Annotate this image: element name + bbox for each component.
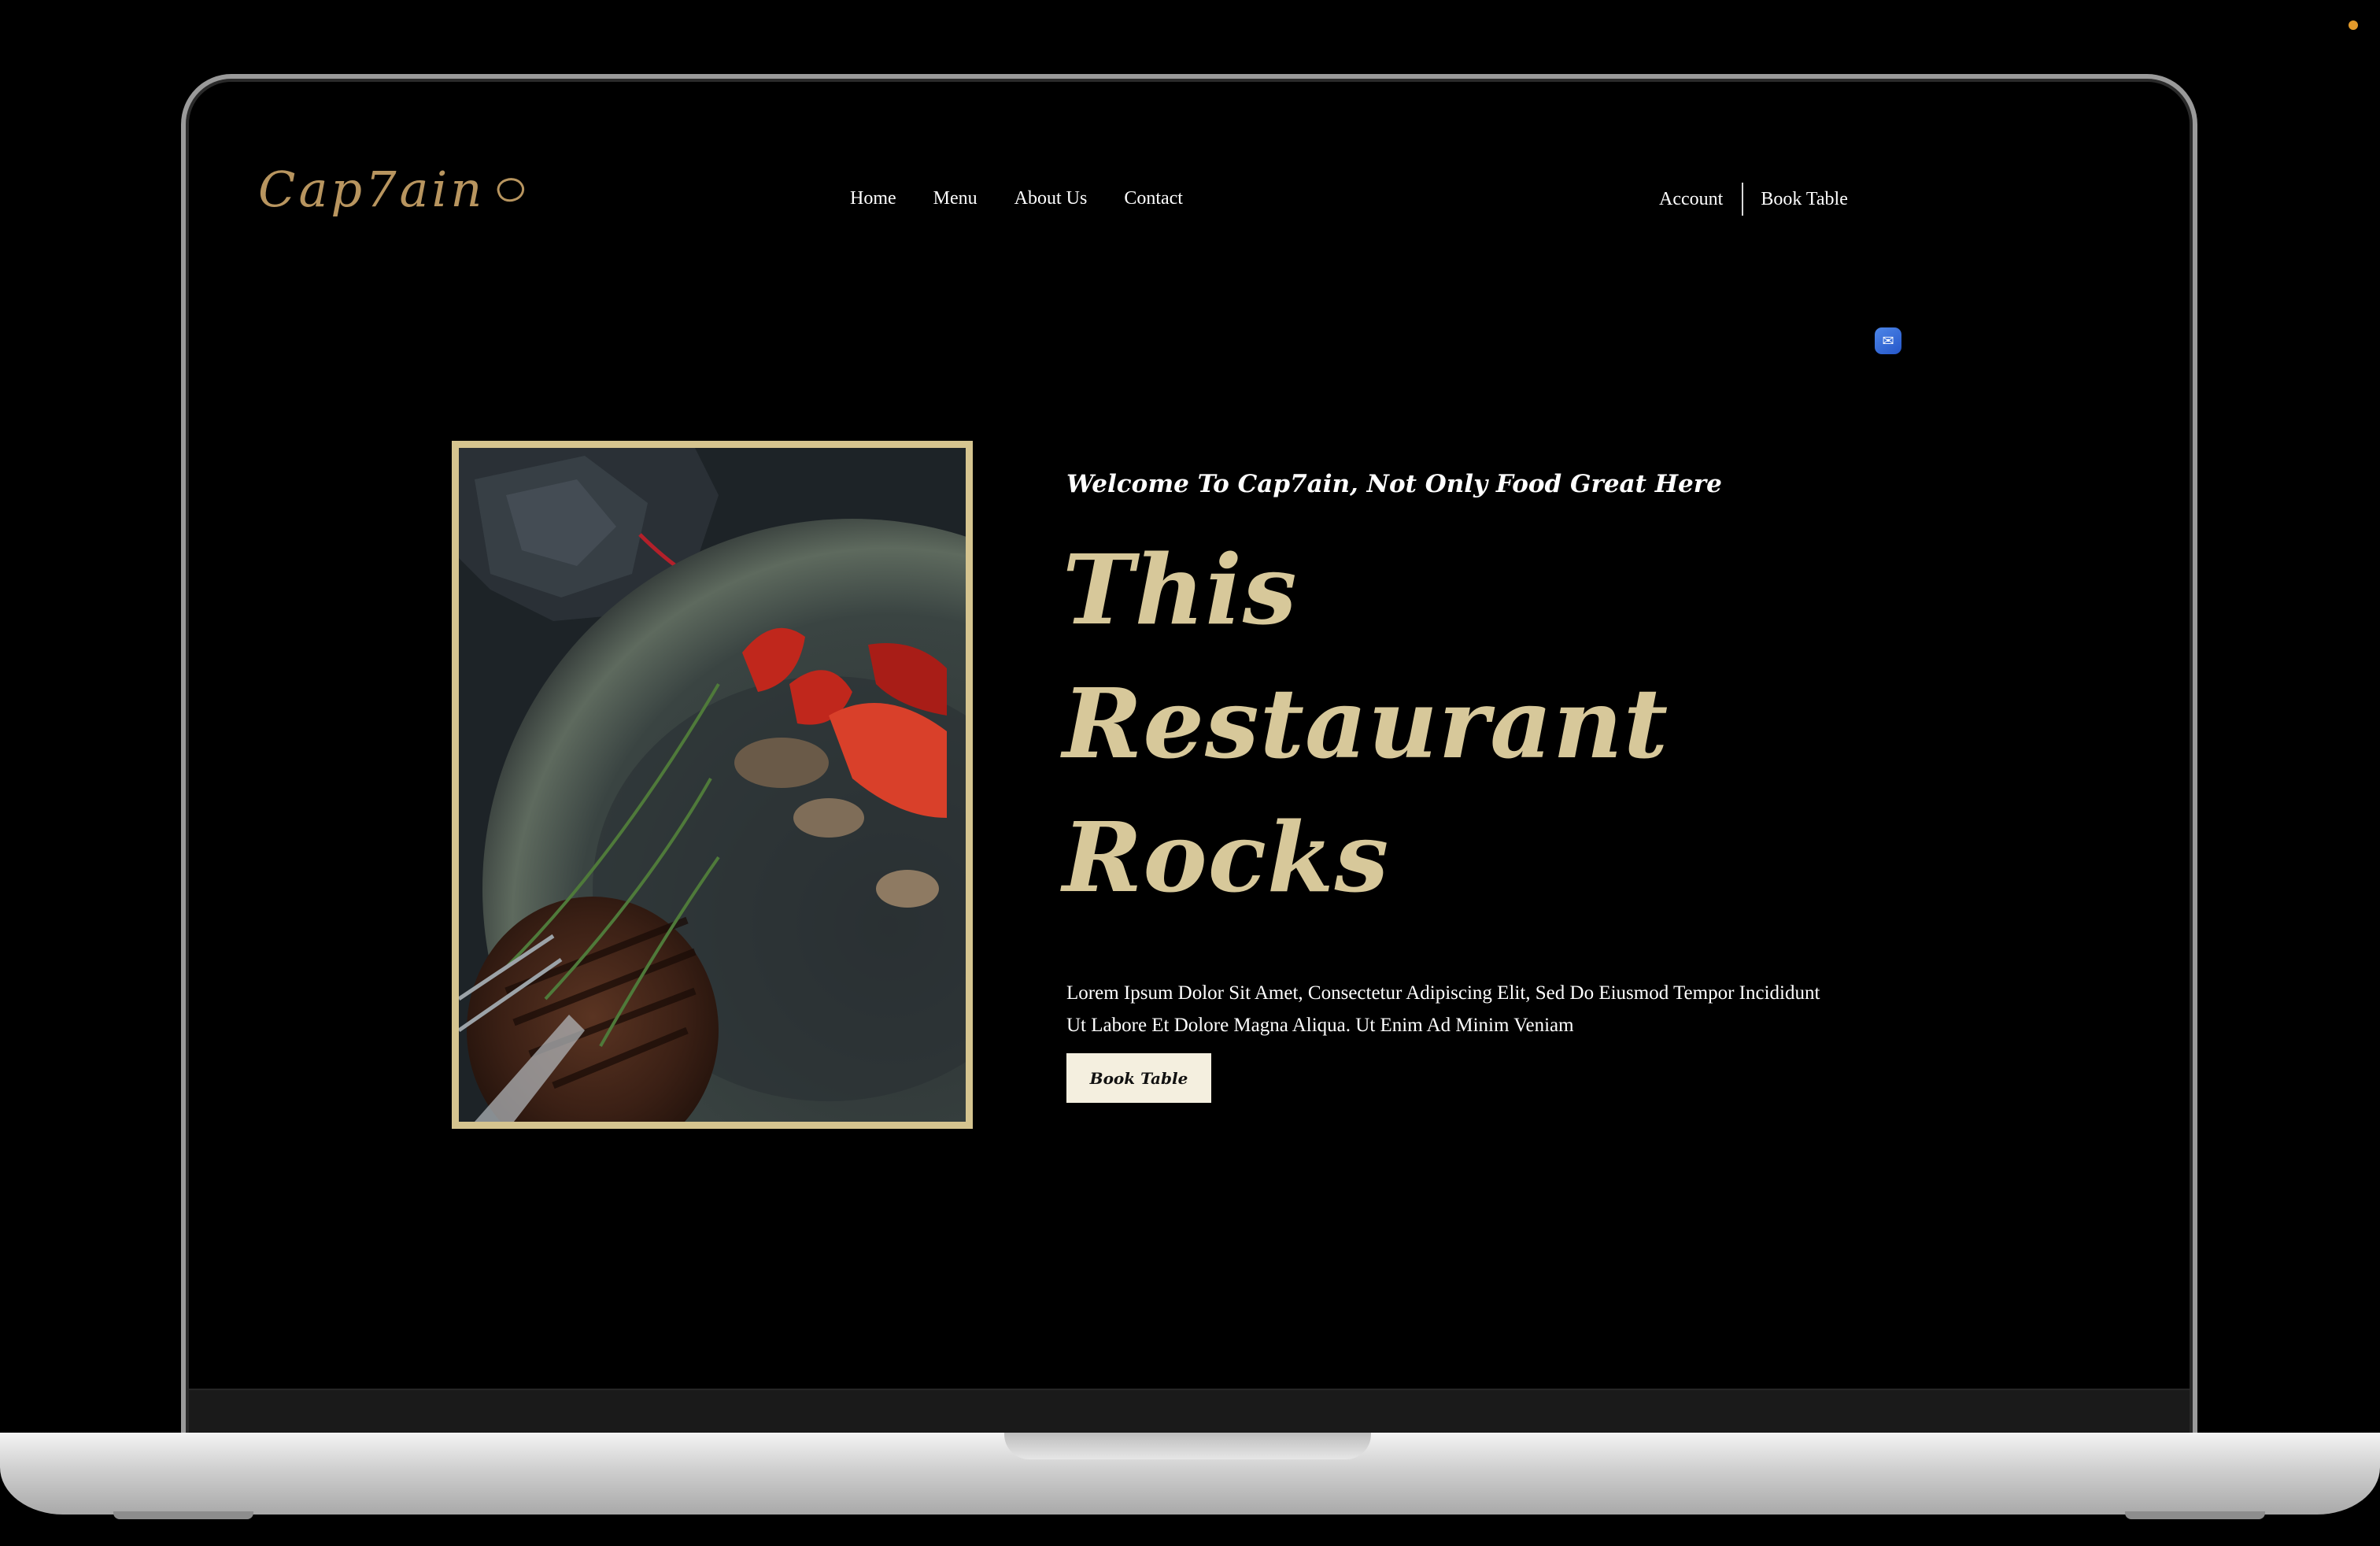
headline-line-3: Rocks <box>1062 801 1390 914</box>
screen-bottom-bar <box>189 1389 2190 1434</box>
hero-image <box>452 441 973 1129</box>
account-link[interactable]: Account <box>1659 189 1723 210</box>
main-nav: Home Menu About Us Contact <box>850 188 1183 209</box>
book-table-button[interactable]: Book Table <box>1066 1053 1211 1103</box>
status-dot <box>2349 20 2358 30</box>
website-screen: Cap7ain Home Menu About Us Contact Accou… <box>189 82 2190 1389</box>
headline-line-1: This <box>1062 533 1298 646</box>
welcome-tagline: Welcome To Cap7ain, Not Only Food Great … <box>1066 470 1722 498</box>
laptop-foot-right <box>2125 1511 2265 1519</box>
logo-mark-icon <box>494 173 528 205</box>
steak-plate-photo <box>459 448 966 1122</box>
nav-item-menu[interactable]: Menu <box>933 188 978 209</box>
header-divider <box>1742 183 1744 216</box>
nav-item-home[interactable]: Home <box>850 188 896 209</box>
hero-description: Lorem Ipsum Dolor Sit Amet, Consectetur … <box>1066 982 1820 1036</box>
laptop-foot-left <box>113 1511 253 1519</box>
device-mockup: Cap7ain Home Menu About Us Contact Accou… <box>0 0 2380 1546</box>
brand-logo[interactable]: Cap7ain <box>258 161 528 218</box>
logo-text: Cap7ain <box>258 161 486 218</box>
nav-item-contact[interactable]: Contact <box>1124 188 1183 209</box>
laptop-notch <box>1004 1433 1371 1459</box>
header-actions: Account Book Table <box>1659 183 1848 216</box>
nav-item-about-us[interactable]: About Us <box>1014 188 1088 209</box>
chat-bubble-icon[interactable]: ✉ <box>1875 327 1901 354</box>
headline-line-2: Restaurant <box>1062 667 1669 780</box>
book-table-link[interactable]: Book Table <box>1761 189 1848 210</box>
hero-headline: This Restaurant Rocks <box>1062 523 1669 924</box>
